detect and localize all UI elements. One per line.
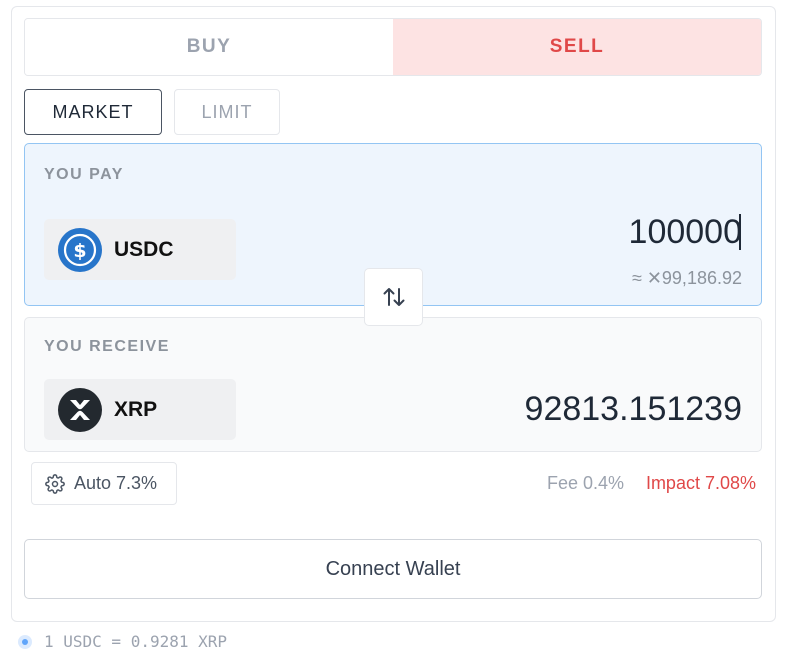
- receive-token-selector[interactable]: XRP: [44, 379, 236, 440]
- receive-label: YOU RECEIVE: [44, 338, 170, 355]
- pay-label: YOU PAY: [44, 166, 124, 183]
- slippage-settings-button[interactable]: Auto 7.3%: [31, 462, 177, 505]
- pay-amount-input[interactable]: [322, 210, 742, 254]
- price-impact-text: Impact 7.08%: [645, 473, 756, 493]
- receive-panel: YOU RECEIVE XRP 92813.151239: [24, 317, 762, 452]
- text-cursor: [739, 214, 741, 250]
- receive-token-name: XRP: [114, 397, 158, 421]
- fee-text: Fee 0.4%: [546, 473, 624, 493]
- usdc-coin-icon: $: [58, 227, 102, 272]
- pay-token-name: USDC: [114, 237, 174, 261]
- buy-tab[interactable]: BUY: [25, 19, 393, 75]
- limit-order-button[interactable]: LIMIT: [174, 89, 280, 135]
- status-dot-icon: [18, 634, 32, 649]
- exchange-rate-text: 1 USDC = 0.9281 XRP: [44, 632, 228, 651]
- svg-text:$: $: [73, 240, 86, 262]
- connect-wallet-button[interactable]: Connect Wallet: [24, 539, 762, 599]
- slippage-label: Auto 7.3%: [74, 473, 158, 493]
- exchange-rate: 1 USDC = 0.9281 XRP: [18, 632, 227, 651]
- buy-sell-toggle: BUY SELL: [24, 18, 762, 76]
- swap-arrows-icon: [383, 288, 404, 306]
- xrp-coin-icon: [58, 387, 102, 432]
- sell-tab[interactable]: SELL: [393, 19, 761, 75]
- market-order-button[interactable]: MARKET: [24, 89, 162, 135]
- receive-amount: 92813.151239: [524, 390, 742, 428]
- gear-icon: [45, 473, 65, 494]
- pay-usd-value: ≈ ✕99,186.92: [631, 268, 742, 288]
- swap-direction-button[interactable]: [364, 268, 423, 326]
- pay-token-selector[interactable]: $ USDC: [44, 219, 236, 280]
